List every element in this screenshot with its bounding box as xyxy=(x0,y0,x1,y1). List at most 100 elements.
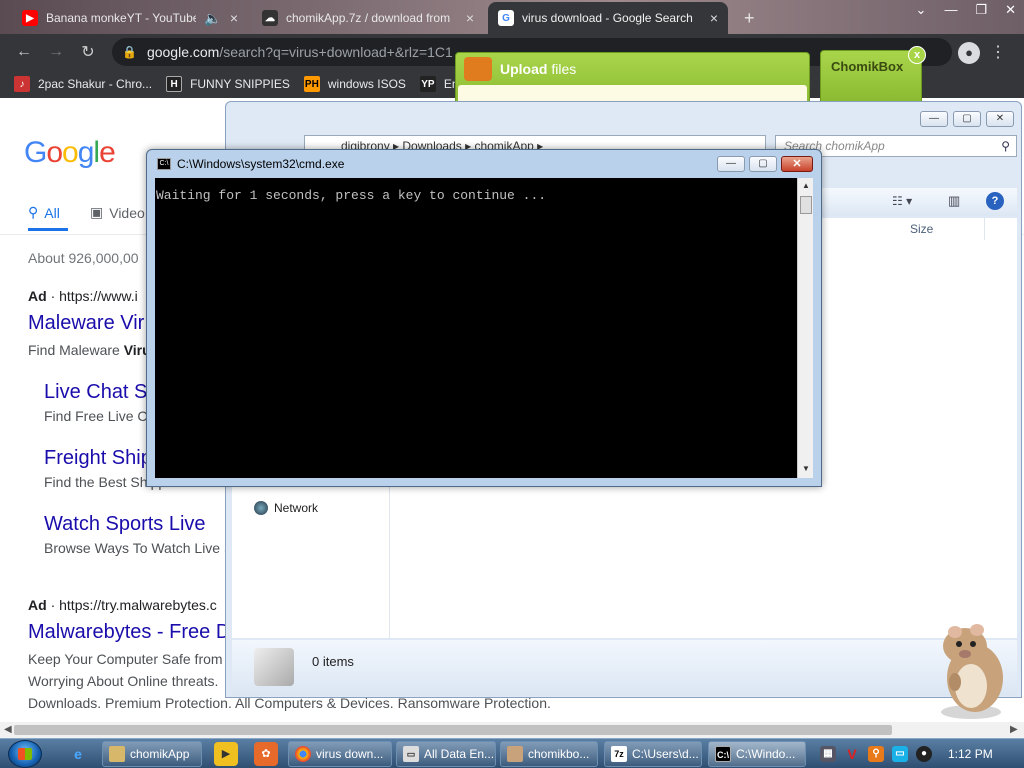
tray-search-icon[interactable]: ⚲ xyxy=(868,746,884,762)
sitelink-description: Find Free Live Ch xyxy=(44,408,156,424)
windows-taskbar: e chomikApp ▶ ✿ virus down... ▭ All Data… xyxy=(0,738,1024,768)
search-icon[interactable]: ⚲ xyxy=(1001,139,1010,153)
tab-google-search[interactable]: G virus download - Google Search × xyxy=(488,2,728,34)
vertical-scrollbar[interactable]: ▲ ▼ xyxy=(797,178,813,478)
start-button[interactable] xyxy=(8,740,42,768)
search-icon: ⚲ xyxy=(28,204,39,220)
scroll-right-icon[interactable]: ▶ xyxy=(1010,724,1018,735)
close-button[interactable]: ✕ xyxy=(781,156,813,172)
tab-youtube[interactable]: ▶ Banana monkeYT - YouTube 🔈 × xyxy=(12,2,248,34)
back-icon[interactable]: ← xyxy=(10,43,38,61)
ad-description: Find Maleware Viru xyxy=(28,342,151,358)
taskbar-item-chomikbox[interactable]: chomikbo... xyxy=(500,741,598,767)
scrollbar-thumb[interactable] xyxy=(14,725,892,735)
scrollbar-thumb[interactable] xyxy=(800,196,812,214)
chevron-down-icon[interactable]: ⌄ xyxy=(916,2,927,18)
close-icon[interactable]: × xyxy=(466,10,474,26)
profile-icon[interactable]: ● xyxy=(958,42,980,64)
tray-media-icon[interactable]: ● xyxy=(916,746,932,762)
browser-tab-strip: ▶ Banana monkeYT - YouTube 🔈 × ☁ chomikA… xyxy=(0,0,1024,34)
app-icon[interactable]: ✿ xyxy=(254,742,278,766)
url-path: /search?q=virus+download+&rlz=1C1 xyxy=(219,44,453,60)
maximize-button[interactable]: ▢ xyxy=(953,111,981,127)
media-player-icon[interactable]: ▶ xyxy=(214,742,238,766)
close-icon[interactable]: × xyxy=(710,10,718,26)
maximize-button[interactable]: ▢ xyxy=(749,156,777,172)
url-host: google.com xyxy=(146,44,220,60)
bookmark-label: FUNNY SNIPPIES xyxy=(190,77,290,91)
minimize-button[interactable]: — xyxy=(717,156,745,172)
close-icon[interactable]: x xyxy=(908,46,926,64)
bookmark-2pac[interactable]: ♪ 2pac Shakur - Chro... xyxy=(14,76,152,92)
sitelink-description: Browse Ways To Watch Live S xyxy=(44,540,234,556)
network-icon xyxy=(254,501,268,515)
taskbar-item-chomikapp[interactable]: chomikApp xyxy=(102,741,202,767)
window-icon: ▭ xyxy=(403,746,419,762)
upload-icon xyxy=(464,57,492,81)
ad-description: Keep Your Computer Safe from xyxy=(28,651,223,667)
tray-display-icon[interactable]: ▭ xyxy=(892,746,908,762)
minimize-icon[interactable]: — xyxy=(944,2,957,18)
console-output[interactable]: Waiting for 1 seconds, press a key to co… xyxy=(155,178,797,478)
clock[interactable]: 1:12 PM xyxy=(948,747,993,761)
close-button[interactable]: ✕ xyxy=(986,111,1014,127)
reload-icon[interactable]: ↻ xyxy=(74,42,102,62)
bookmark-funny-snippies[interactable]: H FUNNY SNIPPIES xyxy=(166,76,290,92)
item-count: 0 items xyxy=(312,654,354,669)
hamster-mascot-icon[interactable] xyxy=(925,616,1015,721)
scroll-down-icon[interactable]: ▼ xyxy=(802,464,810,473)
sitelink-title[interactable]: Freight Ship xyxy=(44,447,152,470)
scroll-left-icon[interactable]: ◀ xyxy=(4,724,12,735)
preview-pane-icon[interactable]: ▥ xyxy=(948,193,960,209)
ad-url[interactable]: https://try.malwarebytes.c xyxy=(59,597,217,613)
tab-all[interactable]: ⚲ All xyxy=(28,204,60,221)
window-title: C:\Windows\system32\cmd.exe xyxy=(177,157,345,171)
tab-label: chomikApp.7z / download from xyxy=(286,11,451,25)
sitelink-title[interactable]: Live Chat S xyxy=(44,381,147,404)
view-options-icon[interactable]: ☷ ▾ xyxy=(892,194,912,208)
kebab-menu-icon[interactable]: ⋮ xyxy=(990,42,1006,62)
yp-logo-icon: YP xyxy=(419,76,436,92)
close-icon[interactable]: × xyxy=(230,10,238,26)
cloud-icon: ☁ xyxy=(262,10,278,26)
taskbar-item-cmd[interactable]: C:\ C:\Windo... xyxy=(708,741,806,767)
horizontal-scrollbar[interactable]: ◀ ▶ xyxy=(0,722,1024,738)
tab-label: All xyxy=(44,204,60,221)
ad-label: Ad xyxy=(28,288,47,304)
video-icon: ▣ xyxy=(90,204,104,220)
active-tab-indicator xyxy=(28,228,68,231)
restore-icon[interactable]: ❐ xyxy=(975,2,987,18)
help-icon[interactable]: ? xyxy=(986,192,1004,210)
taskbar-item-chrome[interactable]: virus down... xyxy=(288,741,392,767)
taskbar-item-all-data[interactable]: ▭ All Data En... xyxy=(396,741,496,767)
bookmark-label: windows ISOS xyxy=(327,77,406,91)
sitelink-title[interactable]: Watch Sports Live xyxy=(44,513,206,536)
column-header-size[interactable]: Size xyxy=(910,222,933,236)
close-icon[interactable]: ✕ xyxy=(1005,2,1016,18)
google-logo[interactable]: Google xyxy=(24,136,116,170)
tray-v-icon[interactable]: V xyxy=(844,746,860,762)
youtube-icon: ▶ xyxy=(22,10,38,26)
forward-icon[interactable]: → xyxy=(42,43,70,61)
minimize-button[interactable]: — xyxy=(920,111,948,127)
speaker-icon[interactable]: 🔈 xyxy=(204,10,221,27)
tab-label: Video xyxy=(109,204,145,221)
scroll-up-icon[interactable]: ▲ xyxy=(802,181,810,190)
tab-chomikapp-download[interactable]: ☁ chomikApp.7z / download from × xyxy=(252,2,484,34)
bookmark-label: 2pac Shakur - Chro... xyxy=(38,77,153,91)
ad-url[interactable]: https://www.i xyxy=(59,288,138,304)
folder-icon xyxy=(254,648,294,686)
ph-logo-icon: PH xyxy=(303,76,320,92)
tab-videos[interactable]: ▣ Video xyxy=(90,204,145,221)
google-icon: G xyxy=(498,10,514,26)
nav-item-network[interactable]: Network xyxy=(254,501,318,515)
ad-title-link[interactable]: Malwarebytes - Free D xyxy=(28,621,230,644)
chrome-icon xyxy=(295,746,311,762)
bookmark-windows-isos[interactable]: PH windows ISOS xyxy=(303,76,406,92)
taskbar-item-7zip[interactable]: 7z C:\Users\d... xyxy=(604,741,702,767)
ad-title-link[interactable]: Maleware Vir xyxy=(28,312,144,335)
new-tab-button[interactable]: + xyxy=(734,2,764,34)
tray-app-icon[interactable]: ▦ xyxy=(820,746,836,762)
hamster-icon xyxy=(507,746,523,762)
internet-explorer-icon[interactable]: e xyxy=(66,742,90,766)
